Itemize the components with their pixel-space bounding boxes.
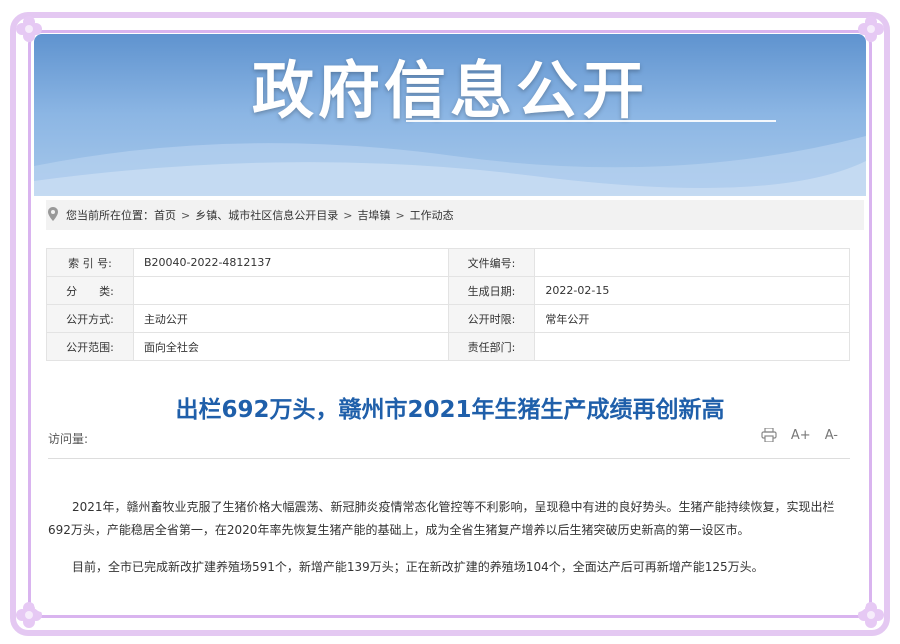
breadcrumb-directory[interactable]: 乡镇、城市社区信息公开目录 (195, 207, 338, 223)
font-decrease-button[interactable]: A- (825, 428, 838, 446)
meta-key-category: 分 类: (46, 276, 134, 305)
banner-title: 政府信息公开 (251, 54, 648, 127)
font-increase-button[interactable]: A+ (791, 428, 811, 446)
table-row: 公开方式: 主动公开 公开时限: 常年公开 (46, 304, 850, 333)
meta-key-date: 生成日期: (447, 276, 536, 305)
meta-value-period: 常年公开 (534, 304, 850, 333)
meta-value-category (132, 276, 449, 305)
article-paragraph: 2021年，赣州畜牧业克服了生猪价格大幅震荡、新冠肺炎疫情常态化管控等不利影响，… (48, 500, 835, 537)
location-pin-icon (48, 206, 58, 224)
breadcrumb: 您当前所在位置： 首页 > 乡镇、城市社区信息公开目录 > 吉埠镇 > 工作动态 (46, 200, 864, 230)
table-row: 公开范围: 面向全社会 责任部门: (46, 332, 850, 361)
document-meta-table: 索 引 号: B20040-2022-4812137 文件编号: 分 类: 生成… (46, 248, 850, 361)
breadcrumb-separator: > (343, 208, 353, 222)
meta-key-dept: 责任部门: (447, 332, 536, 361)
breadcrumb-separator: > (181, 208, 191, 222)
meta-key-mode: 公开方式: (46, 304, 134, 333)
meta-value-doc-no (534, 248, 850, 277)
meta-value-dept (534, 332, 850, 361)
visit-count-label: 访问量: (48, 432, 89, 446)
meta-value-scope: 面向全社会 (132, 332, 449, 361)
breadcrumb-separator: > (395, 208, 405, 222)
table-row: 索 引 号: B20040-2022-4812137 文件编号: (46, 248, 850, 277)
article-tools: A+ A- (761, 427, 838, 446)
banner-underline (406, 120, 776, 122)
meta-value-mode: 主动公开 (132, 304, 449, 333)
meta-key-period: 公开时限: (447, 304, 536, 333)
breadcrumb-work-news[interactable]: 工作动态 (410, 207, 454, 223)
divider (48, 458, 850, 459)
page-content: 政府信息公开 您当前所在位置： 首页 > 乡镇、城市社区信息公开目录 > 吉埠镇… (34, 34, 866, 612)
article-title: 出栏692万头，赣州市2021年生猪生产成绩再创新高 (175, 397, 725, 423)
breadcrumb-label: 您当前所在位置： (66, 209, 154, 222)
header-banner: 政府信息公开 (34, 34, 866, 196)
breadcrumb-town[interactable]: 吉埠镇 (357, 207, 390, 223)
meta-value-date: 2022-02-15 (534, 276, 850, 305)
meta-key-index: 索 引 号: (46, 248, 134, 277)
meta-key-scope: 公开范围: (46, 332, 134, 361)
printer-icon[interactable] (761, 427, 777, 446)
article-paragraph: 目前，全市已完成新改扩建养殖场591个，新增产能139万头；正在新改扩建的养殖场… (72, 560, 764, 574)
meta-value-index: B20040-2022-4812137 (132, 248, 449, 277)
breadcrumb-home[interactable]: 首页 (154, 207, 176, 223)
table-row: 分 类: 生成日期: 2022-02-15 (46, 276, 850, 305)
meta-key-doc-no: 文件编号: (447, 248, 536, 277)
